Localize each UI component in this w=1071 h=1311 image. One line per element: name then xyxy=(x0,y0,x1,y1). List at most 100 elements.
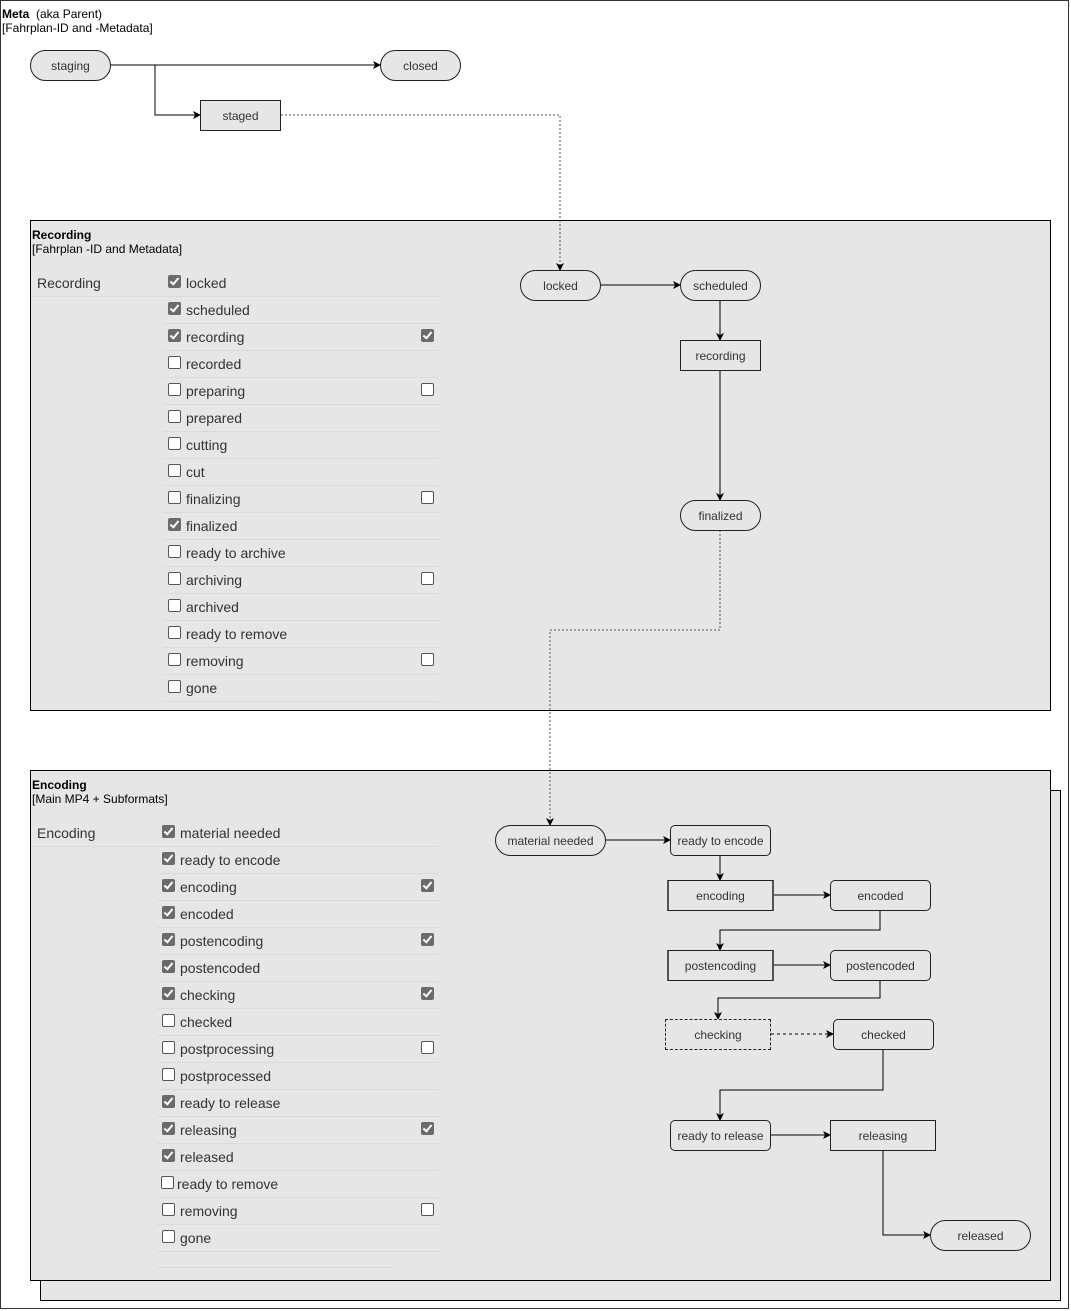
state-label: ready to remove xyxy=(186,626,288,642)
encoding-subtitle: [Main MP4 + Subformats] xyxy=(32,792,168,806)
node-material-needed[interactable]: material needed xyxy=(495,825,606,856)
state-label: encoding xyxy=(180,879,237,895)
state-checkbox[interactable] xyxy=(168,356,181,369)
state-label: released xyxy=(180,1149,234,1165)
state-checkbox[interactable] xyxy=(168,572,181,585)
node-recording[interactable]: recording xyxy=(680,340,761,371)
node-ready-to-release[interactable]: ready to release xyxy=(670,1120,771,1151)
node-checking[interactable]: checking xyxy=(665,1019,771,1050)
node-ready-to-encode[interactable]: ready to encode xyxy=(670,825,771,856)
state-checkbox[interactable] xyxy=(162,1149,175,1162)
state-row: cutting xyxy=(163,432,439,459)
state-label: archiving xyxy=(186,572,243,588)
state-checkbox[interactable] xyxy=(168,518,181,531)
state-row: gone xyxy=(157,1225,439,1252)
state-row: ready to archive xyxy=(163,540,439,567)
state-label: ready to encode xyxy=(180,852,281,868)
node-checked[interactable]: checked xyxy=(833,1019,934,1050)
meta-title-bold: Meta xyxy=(2,7,30,21)
state-row: finalizing xyxy=(163,486,439,513)
state-row: encoding xyxy=(157,874,439,901)
recording-subtitle: [Fahrplan -ID and Metadata] xyxy=(32,242,183,256)
state-secondary-checkbox[interactable] xyxy=(421,1122,434,1135)
state-checkbox[interactable] xyxy=(168,491,181,504)
state-secondary-checkbox[interactable] xyxy=(421,383,434,396)
state-checkbox[interactable] xyxy=(161,1176,174,1189)
encoding-title: Encoding xyxy=(32,778,87,792)
state-label: archived xyxy=(186,599,239,615)
state-secondary-checkbox[interactable] xyxy=(421,572,434,585)
state-checkbox[interactable] xyxy=(162,1122,175,1135)
state-secondary-checkbox[interactable] xyxy=(421,879,434,892)
state-row: postprocessed xyxy=(157,1063,439,1090)
state-row: released xyxy=(157,1144,439,1171)
state-checkbox[interactable] xyxy=(162,852,175,865)
state-checkbox[interactable] xyxy=(162,960,175,973)
state-checkbox[interactable] xyxy=(162,1014,175,1027)
state-checkbox[interactable] xyxy=(162,1068,175,1081)
meta-subtitle: [Fahrplan-ID and -Metadata] xyxy=(2,21,153,35)
state-label: cutting xyxy=(186,437,228,453)
state-label: locked xyxy=(186,275,227,291)
state-label: postprocessed xyxy=(180,1068,272,1084)
state-checkbox[interactable] xyxy=(168,626,181,639)
node-postencoded[interactable]: postencoded xyxy=(830,950,931,981)
state-row: removing xyxy=(157,1198,439,1225)
state-secondary-checkbox[interactable] xyxy=(421,491,434,504)
state-checkbox[interactable] xyxy=(168,464,181,477)
state-checkbox[interactable] xyxy=(168,275,181,288)
recording-panel-title: Recording [Fahrplan -ID and Metadata] xyxy=(32,228,182,256)
state-row: removing xyxy=(163,648,439,675)
state-label: ready to archive xyxy=(186,545,286,561)
state-checkbox[interactable] xyxy=(162,906,175,919)
node-staged[interactable]: staged xyxy=(200,100,281,131)
state-checkbox[interactable] xyxy=(162,1203,175,1216)
state-checkbox[interactable] xyxy=(162,1041,175,1054)
node-closed[interactable]: closed xyxy=(380,50,461,81)
node-releasing[interactable]: releasing xyxy=(830,1120,936,1151)
state-row: archived xyxy=(163,594,439,621)
state-row: gone xyxy=(163,675,439,702)
state-label: checking xyxy=(180,987,236,1003)
state-checkbox[interactable] xyxy=(168,302,181,315)
node-staging[interactable]: staging xyxy=(30,50,111,81)
state-checkbox[interactable] xyxy=(168,680,181,693)
state-checkbox[interactable] xyxy=(168,653,181,666)
state-secondary-checkbox[interactable] xyxy=(421,1041,434,1054)
state-checkbox[interactable] xyxy=(162,879,175,892)
state-checkbox[interactable] xyxy=(168,545,181,558)
node-finalized[interactable]: finalized xyxy=(680,500,761,531)
encoding-panel-title: Encoding [Main MP4 + Subformats] xyxy=(32,778,168,806)
state-checkbox[interactable] xyxy=(168,599,181,612)
state-secondary-checkbox[interactable] xyxy=(421,987,434,1000)
state-row: preparing xyxy=(163,378,439,405)
state-label: recording xyxy=(186,329,245,345)
state-secondary-checkbox[interactable] xyxy=(421,653,434,666)
state-checkbox[interactable] xyxy=(162,1095,175,1108)
node-encoded[interactable]: encoded xyxy=(830,880,931,911)
state-row: prepared xyxy=(163,405,439,432)
node-released[interactable]: released xyxy=(930,1220,1031,1251)
state-row: ready to encode xyxy=(157,847,439,874)
state-row: material needed xyxy=(31,820,439,847)
state-checkbox[interactable] xyxy=(168,383,181,396)
state-row: ready to remove xyxy=(157,1171,439,1198)
node-locked[interactable]: locked xyxy=(520,270,601,301)
state-checkbox[interactable] xyxy=(168,329,181,342)
state-row: checked xyxy=(157,1009,439,1036)
state-checkbox[interactable] xyxy=(162,1230,175,1243)
state-secondary-checkbox[interactable] xyxy=(421,329,434,342)
state-checkbox[interactable] xyxy=(162,933,175,946)
state-checkbox[interactable] xyxy=(168,410,181,423)
state-secondary-checkbox[interactable] xyxy=(421,1203,434,1216)
node-postencoding[interactable]: postencoding xyxy=(667,950,774,981)
state-label: removing xyxy=(180,1203,238,1219)
state-checkbox[interactable] xyxy=(168,437,181,450)
state-label: finalizing xyxy=(186,491,241,507)
state-secondary-checkbox[interactable] xyxy=(421,933,434,946)
node-scheduled[interactable]: scheduled xyxy=(680,270,761,301)
state-checkbox[interactable] xyxy=(162,987,175,1000)
state-label: ready to remove xyxy=(177,1176,279,1192)
node-encoding[interactable]: encoding xyxy=(667,880,774,911)
state-checkbox[interactable] xyxy=(162,825,175,838)
